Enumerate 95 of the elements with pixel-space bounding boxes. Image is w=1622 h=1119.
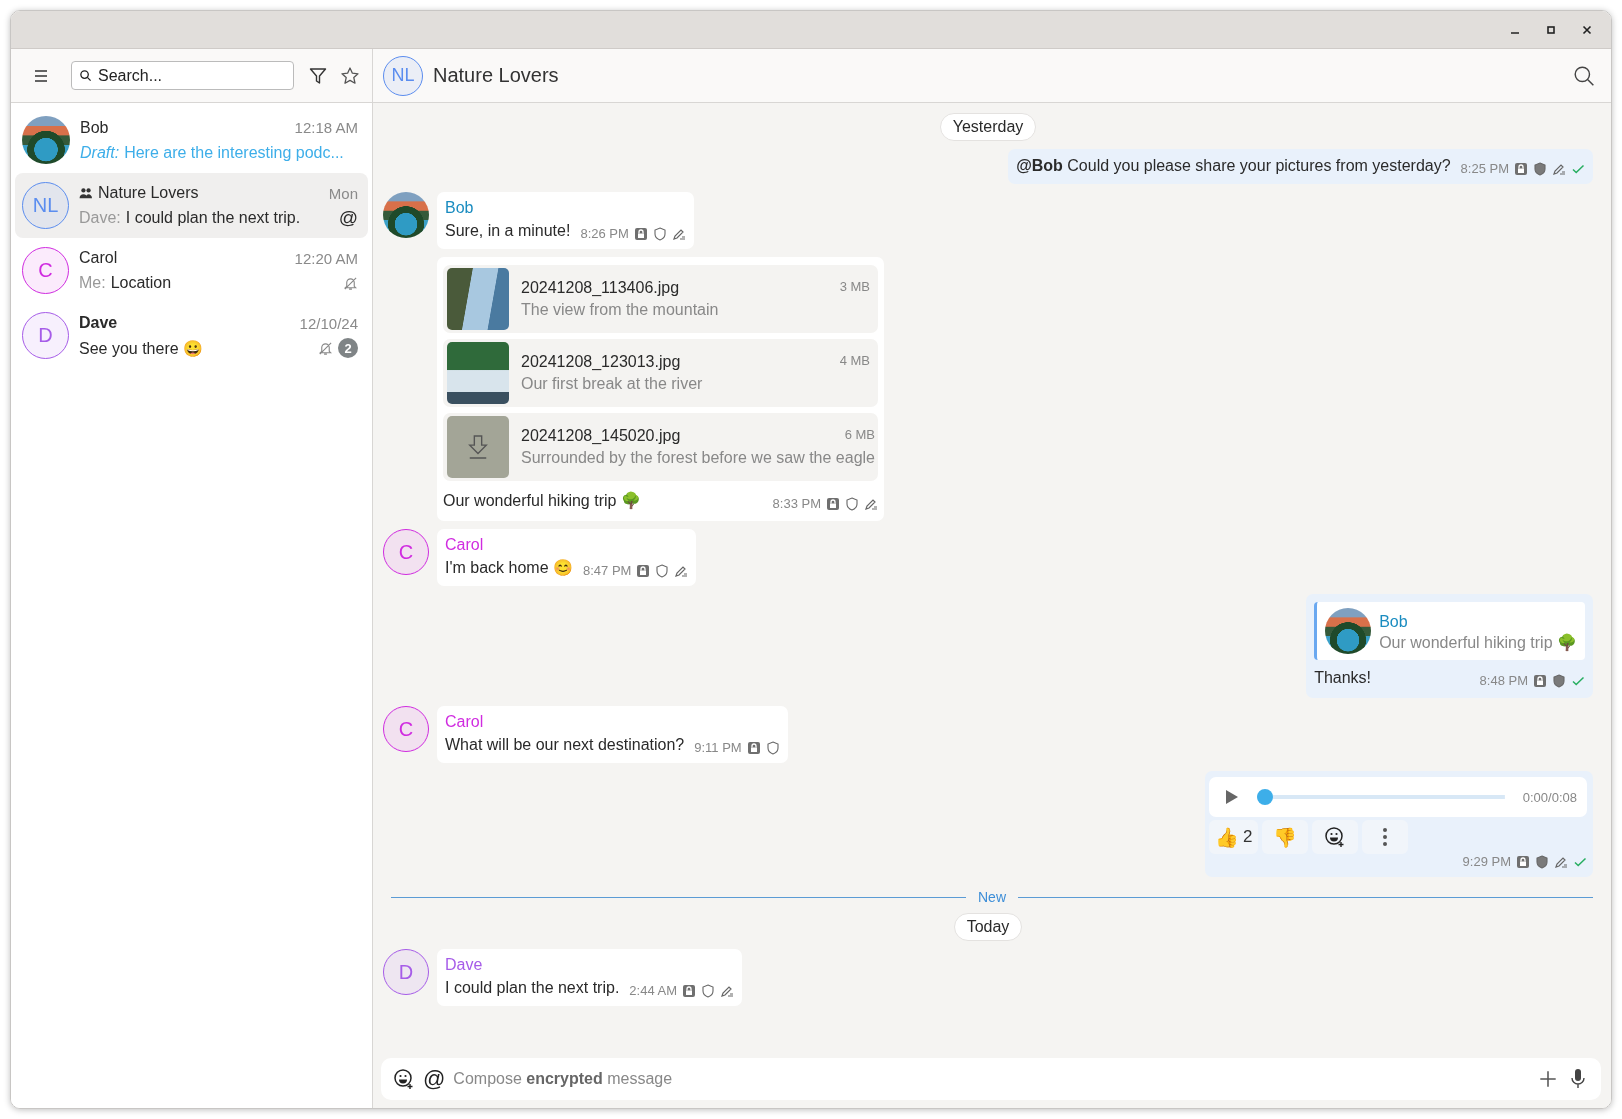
lock-icon: [1516, 854, 1530, 869]
lock-icon: [746, 740, 761, 755]
file-size: 3 MB: [839, 279, 870, 296]
avatar-initials: NL: [22, 182, 69, 229]
preview-prefix: Dave:: [79, 209, 121, 227]
file-caption: Our first break at the river: [521, 375, 704, 393]
chat-time: 12:18 AM: [294, 119, 358, 136]
search-field[interactable]: Search...: [71, 61, 294, 90]
lock-icon: [1514, 161, 1528, 176]
chat-list-item[interactable]: D Dave 12/10/24 See you there 😀 2: [15, 303, 368, 368]
quoted-message[interactable]: Bob Our wonderful hiking trip 🌳: [1314, 602, 1585, 660]
message-composer[interactable]: @ Compose encrypted message: [381, 1058, 1601, 1100]
message-text: Sure, in a minute!: [445, 221, 571, 241]
file-caption: The view from the mountain: [521, 301, 720, 319]
avatar-initials: D: [22, 312, 69, 359]
message-text: Our wonderful hiking trip 🌳: [443, 490, 641, 511]
sender-name: Carol: [445, 712, 485, 732]
lock-icon: [682, 983, 697, 998]
file-name: 20241208_145020.jpg: [521, 427, 681, 445]
maximize-icon[interactable]: [1545, 23, 1557, 36]
chat-name: Nature Lovers: [98, 184, 200, 202]
file-attachment[interactable]: 20241208_145020.jpg 6 MB Surrounded by the forest before we saw the eagle: [443, 413, 878, 481]
message-time: 8:47 PM: [583, 563, 632, 578]
chat-name: Dave: [79, 314, 119, 332]
message-time: 8:25 PM: [1460, 161, 1509, 176]
file-size: 6 MB: [844, 427, 875, 444]
avatar-initials: C: [22, 247, 69, 294]
star-icon[interactable]: [340, 65, 360, 86]
chat-preview: I could plan the next trip.: [125, 209, 301, 227]
conversation-title: Nature Lovers: [433, 64, 559, 87]
download-icon[interactable]: [467, 433, 489, 461]
chat-preview: Here are the interesting podc...: [124, 143, 344, 162]
chat-list-item[interactable]: Bob 12:18 AM Draft: Here are the interesting podc...: [15, 107, 368, 173]
chat-list-item[interactable]: C Carol 12:20 AM Me: Location: [15, 238, 368, 303]
file-name: 20241208_113406.jpg: [521, 279, 680, 297]
filter-icon[interactable]: [308, 65, 328, 86]
reaction-button[interactable]: 👍 2: [1209, 820, 1259, 854]
audio-duration: 0:00/0:08: [1522, 789, 1577, 805]
lock-icon: [1533, 673, 1547, 688]
chat-preview: See you there 😀: [79, 338, 204, 358]
file-size: 4 MB: [839, 353, 870, 370]
avatar-photo: [1325, 608, 1372, 654]
search-icon[interactable]: [1573, 64, 1595, 87]
emoji-add-icon: [1324, 826, 1347, 848]
chat-time: Mon: [328, 184, 358, 202]
message-time: 2:44 AM: [629, 983, 678, 998]
message-text: Thanks!: [1314, 668, 1372, 688]
message-time: 9:11 PM: [694, 740, 742, 755]
file-name: 20241208_123013.jpg: [521, 353, 681, 371]
add-reaction-button[interactable]: [1312, 820, 1359, 854]
date-label: Today: [953, 913, 1023, 941]
chat-time: 12/10/24: [299, 314, 358, 332]
more-icon: [1382, 827, 1389, 847]
progress-thumb[interactable]: [1257, 789, 1273, 805]
close-icon[interactable]: [1581, 23, 1593, 36]
compose-placeholder: Compose encrypted message: [453, 1070, 673, 1088]
message-time: 8:26 PM: [580, 226, 629, 241]
message-time: 8:33 PM: [772, 496, 821, 511]
sender-name: Dave: [445, 955, 484, 975]
file-attachment[interactable]: 20241208_113406.jpg 3 MB The view from the mountain: [443, 265, 878, 333]
sender-name: Bob: [1379, 611, 1409, 632]
play-icon[interactable]: [1225, 789, 1239, 805]
chat-list-item[interactable]: NL Nature Lovers Mon Dave: I could plan the next trip. @: [15, 173, 368, 238]
preview-prefix: Draft:: [80, 143, 120, 162]
file-attachment[interactable]: 20241208_123013.jpg 4 MB Our first break at the river: [443, 339, 878, 407]
chat-name: Bob: [80, 118, 110, 137]
message-time: 8:48 PM: [1479, 673, 1528, 688]
chat-name: Carol: [79, 249, 119, 267]
message-time: 9:29 PM: [1462, 854, 1511, 869]
chat-preview: Location: [110, 274, 172, 292]
message-text: I could plan the next trip.: [445, 978, 620, 998]
quoted-text: Our wonderful hiking trip 🌳: [1379, 632, 1577, 652]
lock-icon: [826, 496, 840, 511]
avatar-initials: D: [383, 949, 429, 995]
add-icon[interactable]: [1537, 1068, 1559, 1090]
chat-time: 12:20 AM: [294, 249, 358, 267]
avatar-initials: C: [383, 706, 429, 752]
lock-icon: [636, 563, 651, 578]
mention-button[interactable]: @: [423, 1066, 446, 1092]
sender-name: Carol: [445, 535, 485, 555]
preview-prefix: Me:: [79, 274, 106, 292]
unread-count: 2: [338, 338, 358, 358]
message-text: I'm back home 😊: [445, 558, 573, 578]
lock-icon: [633, 226, 648, 241]
mention-mark: @: [338, 207, 358, 229]
more-options-button[interactable]: [1362, 820, 1409, 854]
new-messages-label: New: [978, 889, 1006, 905]
message-text: @Bob Could you please share your pictures from yesterday?: [1016, 156, 1451, 176]
emoji-icon[interactable]: [393, 1068, 415, 1090]
avatar-initials: C: [383, 529, 429, 575]
avatar-initials: NL: [383, 55, 423, 96]
date-label: Yesterday: [939, 113, 1037, 141]
sender-name: Bob: [445, 198, 475, 218]
file-caption: Surrounded by the forest before we saw the eagle: [521, 449, 875, 467]
message-text: What will be our next destination?: [445, 735, 685, 755]
